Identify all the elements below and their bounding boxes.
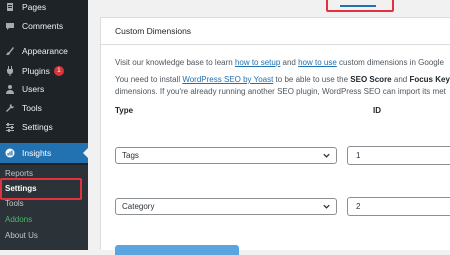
text-segment: to be able to use the xyxy=(273,75,351,84)
chevron-down-icon xyxy=(323,204,330,209)
text-segment: You need to install xyxy=(115,75,183,84)
dimension-type-select[interactable]: Tags xyxy=(115,147,337,164)
tabs-strip xyxy=(88,0,450,12)
appearance-icon xyxy=(5,46,15,56)
sidebar-item-plugins[interactable]: Plugins 1 xyxy=(0,62,88,80)
text-segment: Visit our knowledge base to learn xyxy=(115,58,235,67)
sidebar-item-label: Comments xyxy=(22,21,64,31)
panel-title: Custom Dimensions xyxy=(115,26,192,36)
sidebar-item-label: Appearance xyxy=(22,46,68,56)
sidebar-item-appearance[interactable]: Appearance xyxy=(0,42,88,60)
tab-highlight-box xyxy=(326,0,394,12)
sidebar-item-label: Tools xyxy=(22,103,42,113)
chevron-down-icon xyxy=(323,153,330,158)
knowledge-base-text: Visit our knowledge base to learn how to… xyxy=(115,58,444,67)
how-to-setup-link[interactable]: how to setup xyxy=(235,58,280,67)
seo-import-text: dimensions. If you're already running an… xyxy=(115,87,446,96)
settings-icon xyxy=(5,122,15,132)
submenu-addons[interactable]: Addons xyxy=(5,215,32,224)
sidebar-item-label: Settings xyxy=(22,122,53,132)
input-value: 1 xyxy=(356,151,361,160)
custom-dimensions-panel: Custom Dimensions Visit our knowledge ba… xyxy=(100,17,450,255)
how-to-use-link[interactable]: how to use xyxy=(298,58,337,67)
dimension-type-select[interactable]: Category xyxy=(115,198,337,215)
add-dimension-button[interactable] xyxy=(115,245,239,255)
seo-score-text: SEO Score xyxy=(350,75,392,84)
select-value: Tags xyxy=(122,151,139,160)
submenu-about-us[interactable]: About Us xyxy=(5,231,38,240)
sidebar-item-label: Pages xyxy=(22,2,47,12)
insights-icon xyxy=(5,148,15,158)
dimension-id-input[interactable]: 2 xyxy=(347,197,450,216)
seo-requirement-text: You need to install WordPress SEO by Yoa… xyxy=(115,75,450,84)
text-segment: and xyxy=(280,58,299,67)
users-icon xyxy=(5,84,15,94)
sidebar-item-label: Users xyxy=(22,84,45,94)
plugins-icon xyxy=(5,66,15,76)
submenu-tools[interactable]: Tools xyxy=(5,199,24,208)
sidebar-item-label: Insights xyxy=(22,148,52,158)
sidebar-item-comments[interactable]: Comments xyxy=(0,17,88,35)
submenu-reports[interactable]: Reports xyxy=(5,169,33,178)
type-column-header: Type xyxy=(115,106,134,115)
text-segment: custom dimensions in Google xyxy=(336,58,444,67)
active-menu-arrow xyxy=(83,148,88,158)
focus-keyword-text: Focus Key xyxy=(409,75,450,84)
id-column-header: ID xyxy=(373,106,381,115)
plugins-update-badge: 1 xyxy=(53,66,64,76)
sidebar-item-settings[interactable]: Settings xyxy=(0,118,88,136)
active-tab-underline xyxy=(340,5,376,7)
wordpress-seo-link[interactable]: WordPress SEO by Yoast xyxy=(182,75,273,84)
text-segment: and xyxy=(391,75,410,84)
tools-icon xyxy=(5,103,15,113)
panel-header: Custom Dimensions xyxy=(101,18,450,45)
comments-icon xyxy=(5,21,15,31)
settings-highlight-box xyxy=(0,178,82,200)
sidebar-item-label: Plugins xyxy=(22,66,50,76)
input-value: 2 xyxy=(356,202,361,211)
dimension-id-input[interactable]: 1 xyxy=(347,146,450,165)
pages-icon xyxy=(5,2,15,12)
sidebar-item-insights[interactable]: Insights xyxy=(0,143,88,163)
sidebar-item-pages[interactable]: Pages xyxy=(0,0,88,16)
admin-sidebar: Pages Comments Appearance Plugins 1 User… xyxy=(0,0,88,250)
sidebar-item-tools[interactable]: Tools xyxy=(0,99,88,117)
sidebar-item-users[interactable]: Users xyxy=(0,80,88,98)
select-value: Category xyxy=(122,202,155,211)
